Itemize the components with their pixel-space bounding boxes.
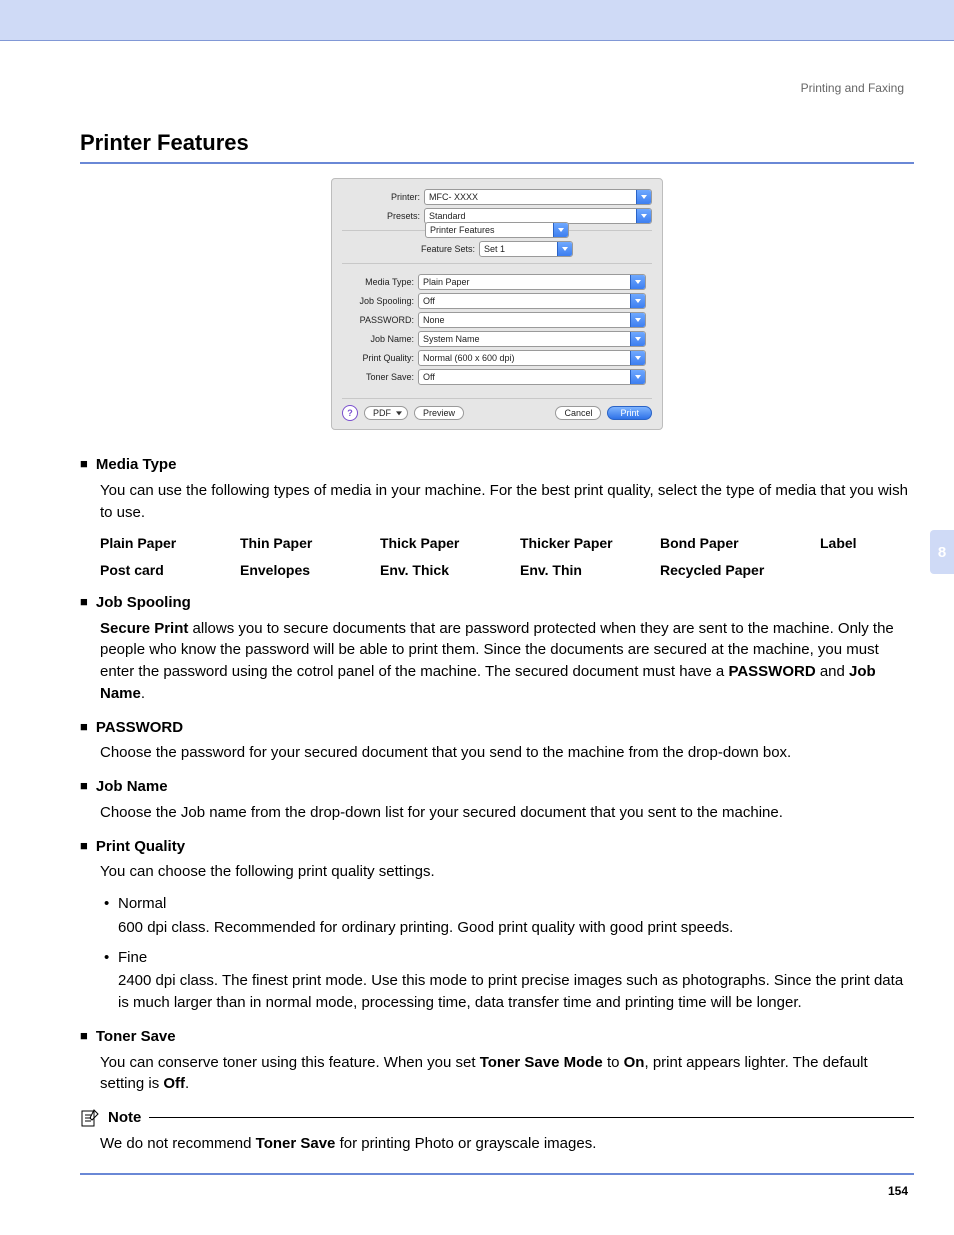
job-name-text: Choose the Job name from the drop-down l… [100,802,914,824]
media-type-label: Media Type: [348,277,418,287]
print-dialog: Printer: MFC- XXXX Presets: Standard Pri… [331,178,663,430]
table-cell: Thin Paper [240,533,380,553]
job-spooling-label: Job Spooling: [348,296,418,306]
password-label: PASSWORD: [348,315,418,325]
password-text: Choose the password for your secured doc… [100,742,914,764]
featuresets-select[interactable]: Set 1 [479,241,573,257]
job-spooling-value: Off [423,296,435,306]
preview-button[interactable]: Preview [414,406,464,420]
chevron-down-icon [553,223,568,237]
printer-label: Printer: [342,192,424,202]
note-label: Note [108,1107,141,1129]
chevron-down-icon [557,242,572,256]
table-cell: Bond Paper [660,533,820,553]
media-type-text: You can use the following types of media… [100,480,914,524]
print-button[interactable]: Print [607,406,652,420]
printer-value: MFC- XXXX [429,192,478,202]
chevron-down-icon [630,351,645,365]
section-rule [80,162,914,164]
table-cell: Recycled Paper [660,560,820,580]
print-quality-heading: ■Print Quality [80,836,914,858]
chevron-down-icon [630,332,645,346]
media-type-heading: ■Media Type [80,454,914,476]
print-quality-label: Print Quality: [348,353,418,363]
password-value: None [423,315,445,325]
note-body: We do not recommend Toner Save for print… [100,1133,914,1155]
job-spooling-select[interactable]: Off [418,293,646,309]
job-spooling-heading: ■Job Spooling [80,592,914,614]
breadcrumb: Printing and Faxing [80,81,904,95]
note-icon [80,1108,100,1128]
toner-save-select[interactable]: Off [418,369,646,385]
top-band [0,0,954,41]
pane-value: Printer Features [430,225,495,235]
password-heading: ■PASSWORD [80,717,914,739]
featuresets-value: Set 1 [484,244,505,254]
page-number: 154 [80,1183,908,1200]
toner-save-text: You can conserve toner using this featur… [100,1052,914,1096]
job-name-value: System Name [423,334,480,344]
media-type-value: Plain Paper [423,277,470,287]
presets-value: Standard [429,211,466,221]
bottom-rule [80,1173,914,1175]
table-cell: Post card [100,560,240,580]
pq-normal-text: 600 dpi class. Recommended for ordinary … [118,917,914,939]
toner-save-heading: ■Toner Save [80,1026,914,1048]
pq-fine-text: 2400 dpi class. The finest print mode. U… [118,970,914,1014]
table-cell: Thick Paper [380,533,520,553]
job-name-select[interactable]: System Name [418,331,646,347]
pq-normal-label: Normal [104,893,914,915]
pane-select[interactable]: Printer Features [425,222,569,238]
printer-select[interactable]: MFC- XXXX [424,189,652,205]
table-cell: Env. Thin [520,560,660,580]
table-cell: Env. Thick [380,560,520,580]
print-quality-intro: You can choose the following print quali… [100,861,914,883]
table-cell [820,560,910,580]
toner-save-value: Off [423,372,435,382]
media-type-select[interactable]: Plain Paper [418,274,646,290]
section-title: Printer Features [80,130,914,156]
chevron-down-icon [636,209,651,223]
job-spooling-text: Secure Print allows you to secure docume… [100,618,914,705]
chevron-down-icon [630,370,645,384]
job-name-heading: ■Job Name [80,776,914,798]
help-icon[interactable]: ? [342,405,358,421]
job-name-label: Job Name: [348,334,418,344]
pdf-button[interactable]: PDF ▼PDF [364,406,408,420]
print-quality-select[interactable]: Normal (600 x 600 dpi) [418,350,646,366]
cancel-button[interactable]: Cancel [555,406,601,420]
featuresets-label: Feature Sets: [421,244,479,254]
table-cell: Thicker Paper [520,533,660,553]
toner-save-label: Toner Save: [348,372,418,382]
password-select[interactable]: None [418,312,646,328]
print-quality-value: Normal (600 x 600 dpi) [423,353,515,363]
table-cell: Envelopes [240,560,380,580]
chevron-down-icon [630,275,645,289]
media-type-table: Plain Paper Thin Paper Thick Paper Thick… [100,533,914,580]
note-header: Note [80,1107,914,1129]
presets-label: Presets: [342,211,424,221]
pq-fine-label: Fine [104,947,914,969]
chevron-down-icon [630,313,645,327]
chevron-down-icon [630,294,645,308]
table-cell: Label [820,533,910,553]
note-divider [149,1117,914,1118]
chevron-down-icon [636,190,651,204]
table-cell: Plain Paper [100,533,240,553]
